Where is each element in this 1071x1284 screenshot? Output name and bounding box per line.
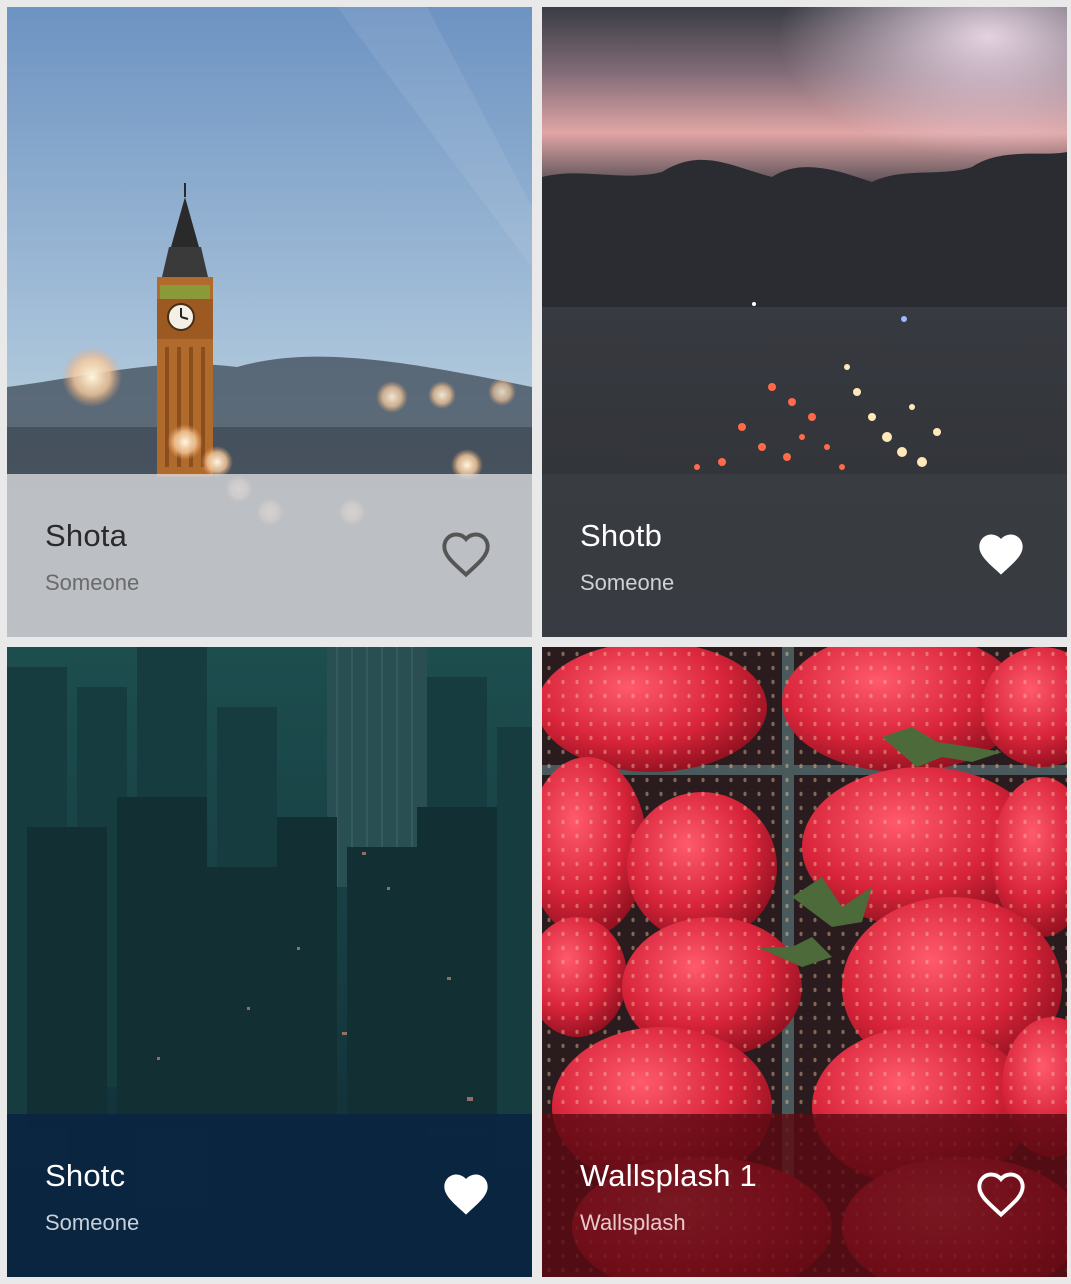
card-footer: Shotc Someone — [7, 1114, 532, 1277]
card-author: Wallsplash — [580, 1210, 686, 1235]
card-footer: Shotb Someone — [542, 474, 1067, 637]
card-footer: Shota Someone — [7, 474, 532, 637]
wallpaper-card[interactable]: Shotb Someone — [542, 7, 1067, 637]
card-author: Someone — [45, 1210, 140, 1235]
card-footer: Wallsplash 1 Wallsplash — [542, 1114, 1067, 1277]
card-author: Someone — [45, 570, 140, 595]
wallpaper-grid: Shota Someone Shotb Someone Shotc Someon… — [0, 0, 1071, 1284]
card-title: Shota — [45, 518, 128, 553]
card-title: Shotc — [45, 1158, 126, 1193]
wallpaper-card[interactable]: Shotc Someone — [7, 647, 532, 1277]
heart-outline-icon[interactable] — [975, 1170, 1027, 1218]
card-author: Someone — [580, 570, 675, 595]
card-title: Wallsplash 1 — [580, 1158, 757, 1193]
card-title: Shotb — [580, 518, 663, 553]
wallpaper-card[interactable]: Wallsplash 1 Wallsplash — [542, 647, 1067, 1277]
heart-filled-icon[interactable] — [975, 530, 1027, 578]
wallpaper-card[interactable]: Shota Someone — [7, 7, 532, 637]
heart-outline-icon[interactable] — [440, 530, 492, 578]
heart-filled-icon[interactable] — [440, 1170, 492, 1218]
